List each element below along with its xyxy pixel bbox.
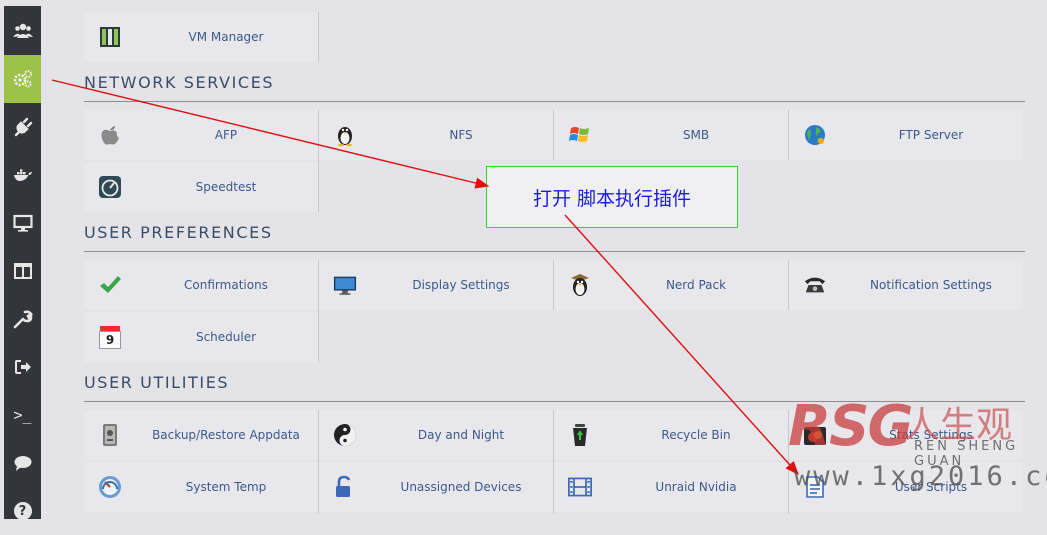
tile-system-temp[interactable]: System Temp bbox=[84, 462, 318, 512]
annotation-callout: 打开 脚本执行插件 bbox=[486, 166, 738, 228]
film-strip-icon bbox=[568, 475, 592, 499]
tile-label: VM Manager bbox=[188, 30, 264, 44]
backup-drive-icon bbox=[98, 423, 122, 447]
tile-label: Nerd Pack bbox=[665, 278, 727, 292]
telephone-icon bbox=[803, 273, 827, 297]
wrench-icon bbox=[13, 310, 33, 329]
sidebar-item-tools[interactable] bbox=[4, 295, 41, 343]
tile-label: FTP Server bbox=[898, 128, 964, 142]
sidebar-item-docker[interactable] bbox=[4, 151, 41, 199]
tile-display-settings[interactable]: Display Settings bbox=[319, 260, 553, 310]
watermark-url: www.1xg2016.com bbox=[794, 461, 1047, 492]
tile-label: System Temp bbox=[185, 480, 267, 494]
sidebar-item-logout[interactable] bbox=[4, 343, 41, 391]
tile-label: SMB bbox=[682, 128, 710, 142]
calendar-icon: 9 bbox=[98, 325, 122, 349]
columns-icon bbox=[13, 263, 32, 279]
tile-label: Scheduler bbox=[195, 330, 257, 344]
tile-unraid-nvidia[interactable]: Unraid Nvidia bbox=[554, 462, 788, 512]
section-title-network-services: NETWORK SERVICES bbox=[84, 73, 275, 92]
help-glyph: ? bbox=[18, 503, 27, 519]
tile-vm-manager[interactable]: VM Manager bbox=[84, 12, 318, 62]
gears-icon bbox=[13, 70, 32, 88]
tile-confirmations[interactable]: Confirmations bbox=[84, 260, 318, 310]
tile-scheduler[interactable]: 9 Scheduler bbox=[84, 312, 318, 362]
calendar-day: 9 bbox=[99, 330, 121, 349]
display-icon bbox=[333, 273, 357, 297]
tile-label: NFS bbox=[449, 128, 473, 142]
tile-day-and-night[interactable]: Day and Night bbox=[319, 410, 553, 460]
sidebar-item-plugins[interactable] bbox=[4, 103, 41, 151]
users-icon bbox=[12, 23, 33, 38]
help-icon: ? bbox=[13, 502, 32, 520]
tile-smb[interactable]: SMB bbox=[554, 110, 788, 160]
tile-speedtest[interactable]: Speedtest bbox=[84, 162, 318, 212]
tile-label: Unassigned Devices bbox=[400, 480, 522, 494]
apple-icon bbox=[98, 123, 122, 147]
watermark-logo: RSG bbox=[788, 394, 913, 459]
penguin-icon bbox=[333, 123, 357, 147]
tile-label: Day and Night bbox=[417, 428, 505, 442]
terminal-icon: >_ bbox=[13, 406, 32, 424]
checkmark-icon bbox=[98, 273, 122, 297]
divider bbox=[553, 110, 554, 160]
tile-label: Notification Settings bbox=[870, 278, 992, 292]
tile-label: Backup/Restore Appdata bbox=[152, 428, 300, 442]
sidebar-item-feedback[interactable] bbox=[4, 439, 41, 487]
vm-manager-icon bbox=[98, 25, 122, 49]
divider bbox=[788, 110, 789, 160]
yin-yang-icon bbox=[333, 423, 357, 447]
tile-nerd-pack[interactable]: Nerd Pack bbox=[554, 260, 788, 310]
section-title-user-preferences: USER PREFERENCES bbox=[84, 223, 273, 242]
sidebar-item-help[interactable]: ? bbox=[4, 487, 41, 535]
section-title-user-utilities: USER UTILITIES bbox=[84, 373, 230, 392]
sidebar-item-users[interactable] bbox=[4, 7, 41, 55]
divider bbox=[84, 251, 1025, 252]
divider bbox=[318, 12, 319, 62]
sidebar-item-terminal[interactable]: >_ bbox=[4, 391, 41, 439]
divider bbox=[318, 410, 319, 514]
monitor-icon bbox=[12, 214, 33, 232]
tile-label: AFP bbox=[214, 128, 238, 142]
divider bbox=[318, 110, 319, 212]
plug-icon bbox=[14, 117, 32, 137]
tile-label: Recycle Bin bbox=[661, 428, 731, 442]
sidebar: >_ ? bbox=[4, 6, 41, 520]
tile-afp[interactable]: AFP bbox=[84, 110, 318, 160]
sign-out-icon bbox=[14, 360, 31, 374]
tile-label: Confirmations bbox=[184, 278, 268, 292]
docker-icon bbox=[13, 169, 32, 181]
tile-label: Unraid Nvidia bbox=[655, 480, 737, 494]
divider bbox=[553, 260, 554, 310]
tile-notification-settings[interactable]: Notification Settings bbox=[789, 260, 1023, 310]
tile-label: Display Settings bbox=[412, 278, 510, 292]
divider bbox=[318, 260, 319, 362]
nerd-penguin-icon bbox=[568, 273, 592, 297]
divider bbox=[84, 101, 1025, 102]
tile-label: Speedtest bbox=[195, 180, 257, 194]
tile-nfs[interactable]: NFS bbox=[319, 110, 553, 160]
windows-flag-icon bbox=[568, 123, 592, 147]
tile-backup-restore-appdata[interactable]: Backup/Restore Appdata bbox=[84, 410, 318, 460]
speedometer-icon bbox=[98, 175, 122, 199]
tile-ftp-server[interactable]: FTP Server bbox=[789, 110, 1023, 160]
sidebar-item-vms[interactable] bbox=[4, 199, 41, 247]
sidebar-item-settings[interactable] bbox=[4, 55, 41, 103]
comment-icon bbox=[14, 456, 31, 471]
thermometer-icon bbox=[98, 475, 122, 499]
tile-unassigned-devices[interactable]: Unassigned Devices bbox=[319, 462, 553, 512]
tile-recycle-bin[interactable]: Recycle Bin bbox=[554, 410, 788, 460]
recycle-bin-icon bbox=[568, 423, 592, 447]
divider bbox=[553, 410, 554, 514]
sidebar-item-dashboard[interactable] bbox=[4, 247, 41, 295]
globe-icon bbox=[803, 123, 827, 147]
divider bbox=[788, 260, 789, 310]
unlock-icon bbox=[333, 475, 357, 499]
